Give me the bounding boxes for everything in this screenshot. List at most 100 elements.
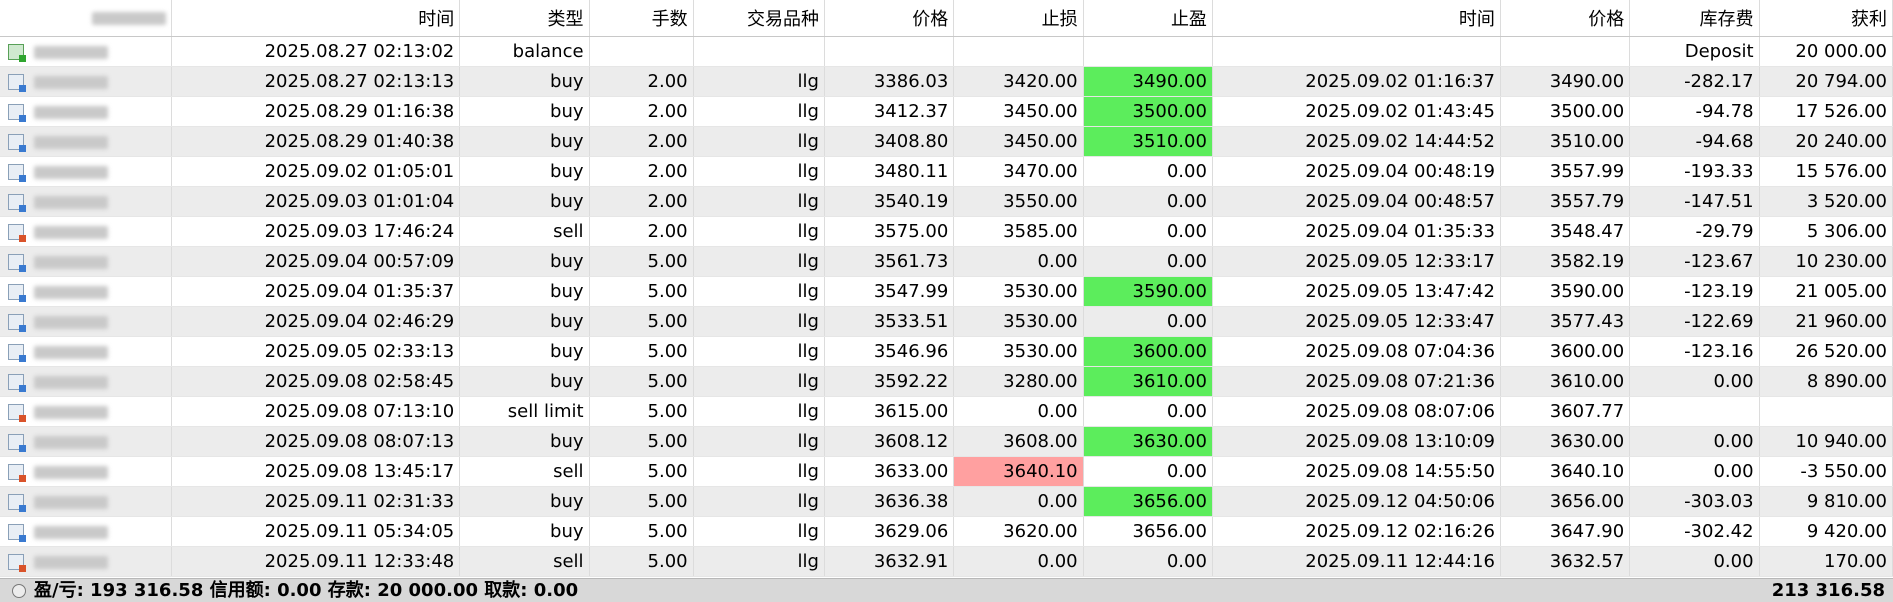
cell-open-time: 2025.08.29 01:40:38: [171, 126, 461, 157]
col-header-close-time[interactable]: 时间: [1212, 0, 1501, 37]
cell-close-time: 2025.09.11 12:44:16: [1212, 546, 1501, 577]
cell-open-price: 3632.91: [824, 546, 955, 577]
table-row[interactable]: 2025.09.04 00:57:09 buy 5.00 llg 3561.73 0.00…: [0, 246, 1893, 277]
table-row[interactable]: 2025.08.29 01:40:38 buy 2.00 llg 3408.80 3450…: [0, 126, 1893, 157]
table-row[interactable]: 2025.09.11 05:34:05 buy 5.00 llg 3629.06 3620…: [0, 516, 1893, 547]
cell-profit: 10 230.00: [1759, 246, 1893, 277]
table-row[interactable]: 2025.09.11 02:31:33 buy 5.00 llg 3636.38 0.00…: [0, 486, 1893, 517]
col-header-volume[interactable]: 手数: [589, 0, 694, 37]
cell-take-profit: 3590.00: [1083, 276, 1213, 307]
cell-close-price: 3577.43: [1500, 306, 1631, 337]
cell-symbol: llg: [693, 336, 825, 367]
table-row[interactable]: 2025.09.05 02:33:13 buy 5.00 llg 3546.96 3530…: [0, 336, 1893, 367]
cell-type: buy: [459, 96, 590, 127]
cell-stop-loss: 0.00: [953, 546, 1084, 577]
cell-open-time: 2025.08.29 01:16:38: [171, 96, 461, 127]
col-header-profit[interactable]: 获利: [1759, 0, 1893, 37]
cell-profit: 20 000.00: [1759, 36, 1893, 67]
col-header-ticket[interactable]: [0, 0, 173, 37]
cell-profit: 26 520.00: [1759, 336, 1893, 367]
table-row[interactable]: 2025.09.02 01:05:01 buy 2.00 llg 3480.11 3470…: [0, 156, 1893, 187]
sell-order-icon: [8, 464, 26, 482]
cell-stop-loss: 0.00: [953, 486, 1084, 517]
cell-type: buy: [459, 516, 590, 547]
cell-ticket: [0, 546, 173, 577]
cell-profit: 8 890.00: [1759, 366, 1893, 397]
cell-close-price: 3490.00: [1500, 66, 1631, 97]
table-row[interactable]: 2025.09.08 02:58:45 buy 5.00 llg 3592.22 3280…: [0, 366, 1893, 397]
cell-open-price: 3561.73: [824, 246, 955, 277]
table-row[interactable]: 2025.08.27 02:13:13 buy 2.00 llg 3386.03 3420…: [0, 66, 1893, 97]
cell-open-price: 3636.38: [824, 486, 955, 517]
cell-open-time: 2025.09.05 02:33:13: [171, 336, 461, 367]
cell-close-time: 2025.09.08 07:04:36: [1212, 336, 1501, 367]
cell-type: sell: [459, 456, 590, 487]
col-header-type[interactable]: 类型: [459, 0, 590, 37]
cell-close-time: 2025.09.04 00:48:19: [1212, 156, 1501, 187]
cell-ticket: [0, 486, 173, 517]
cell-open-time: 2025.09.04 01:35:37: [171, 276, 461, 307]
col-header-price[interactable]: 价格: [824, 0, 955, 37]
blurred-ticket-number: [34, 45, 108, 59]
col-header-take-profit[interactable]: 止盈: [1083, 0, 1213, 37]
col-header-swap[interactable]: 库存费: [1629, 0, 1760, 37]
cell-symbol: llg: [693, 186, 825, 217]
cell-ticket: [0, 216, 173, 247]
buy-order-icon: [8, 74, 26, 92]
cell-take-profit: 0.00: [1083, 156, 1213, 187]
table-row[interactable]: 2025.09.08 08:07:13 buy 5.00 llg 3608.12 3608…: [0, 426, 1893, 457]
blurred-ticket-number: [34, 315, 108, 329]
buy-order-icon: [8, 254, 26, 272]
cell-volume: 2.00: [589, 156, 694, 187]
cell-profit: 9 810.00: [1759, 486, 1893, 517]
cell-stop-loss: 3620.00: [953, 516, 1084, 547]
cell-take-profit: [1083, 36, 1213, 67]
table-row[interactable]: 2025.09.03 01:01:04 buy 2.00 llg 3540.19 3550…: [0, 186, 1893, 217]
table-row[interactable]: 2025.09.04 01:35:37 buy 5.00 llg 3547.99 3530…: [0, 276, 1893, 307]
cell-type: buy: [459, 426, 590, 457]
cell-open-time: 2025.08.27 02:13:02: [171, 36, 461, 67]
table-row[interactable]: 2025.08.27 02:13:02 balance Deposit 20 000.…: [0, 36, 1893, 67]
cell-volume: 5.00: [589, 546, 694, 577]
cell-close-price: [1500, 36, 1631, 67]
cell-ticket: [0, 276, 173, 307]
cell-symbol: llg: [693, 546, 825, 577]
cell-type: sell: [459, 546, 590, 577]
cell-close-time: 2025.09.05 13:47:42: [1212, 276, 1501, 307]
cell-swap: -122.69: [1629, 306, 1760, 337]
cell-close-price: 3582.19: [1500, 246, 1631, 277]
blurred-ticket-number: [34, 435, 108, 449]
table-row[interactable]: 2025.09.03 17:46:24 sell 2.00 llg 3575.00 358…: [0, 216, 1893, 247]
cell-close-price: 3590.00: [1500, 276, 1631, 307]
cell-open-price: 3546.96: [824, 336, 955, 367]
cell-open-price: 3575.00: [824, 216, 955, 247]
table-row[interactable]: 2025.09.08 13:45:17 sell 5.00 llg 3633.00 364…: [0, 456, 1893, 487]
sell-order-icon: [8, 554, 26, 572]
cell-volume: 2.00: [589, 96, 694, 127]
cell-type: buy: [459, 246, 590, 277]
cell-volume: 5.00: [589, 336, 694, 367]
col-header-time[interactable]: 时间: [171, 0, 461, 37]
cell-close-price: 3632.57: [1500, 546, 1631, 577]
cell-symbol: llg: [693, 156, 825, 187]
blurred-ticket-number: [34, 345, 108, 359]
table-row[interactable]: 2025.09.08 07:13:10 sell limit 5.00 llg 3615…: [0, 396, 1893, 427]
table-row[interactable]: 2025.09.11 12:33:48 sell 5.00 llg 3632.91 0.0…: [0, 546, 1893, 577]
cell-swap: -123.67: [1629, 246, 1760, 277]
cell-take-profit: 3490.00: [1083, 66, 1213, 97]
col-header-close-price[interactable]: 价格: [1500, 0, 1631, 37]
cell-stop-loss: [953, 36, 1084, 67]
table-row[interactable]: 2025.08.29 01:16:38 buy 2.00 llg 3412.37 3450…: [0, 96, 1893, 127]
cell-profit: 17 526.00: [1759, 96, 1893, 127]
col-header-symbol[interactable]: 交易品种: [693, 0, 825, 37]
cell-close-price: 3656.00: [1500, 486, 1631, 517]
cell-close-price: 3630.00: [1500, 426, 1631, 457]
blurred-header-label: [92, 12, 167, 25]
cell-type: buy: [459, 126, 590, 157]
cell-swap: -282.17: [1629, 66, 1760, 97]
col-header-stop-loss[interactable]: 止损: [953, 0, 1084, 37]
blurred-ticket-number: [34, 375, 108, 389]
blurred-ticket-number: [34, 465, 108, 479]
cell-profit: 10 940.00: [1759, 426, 1893, 457]
table-row[interactable]: 2025.09.04 02:46:29 buy 5.00 llg 3533.51 3530…: [0, 306, 1893, 337]
